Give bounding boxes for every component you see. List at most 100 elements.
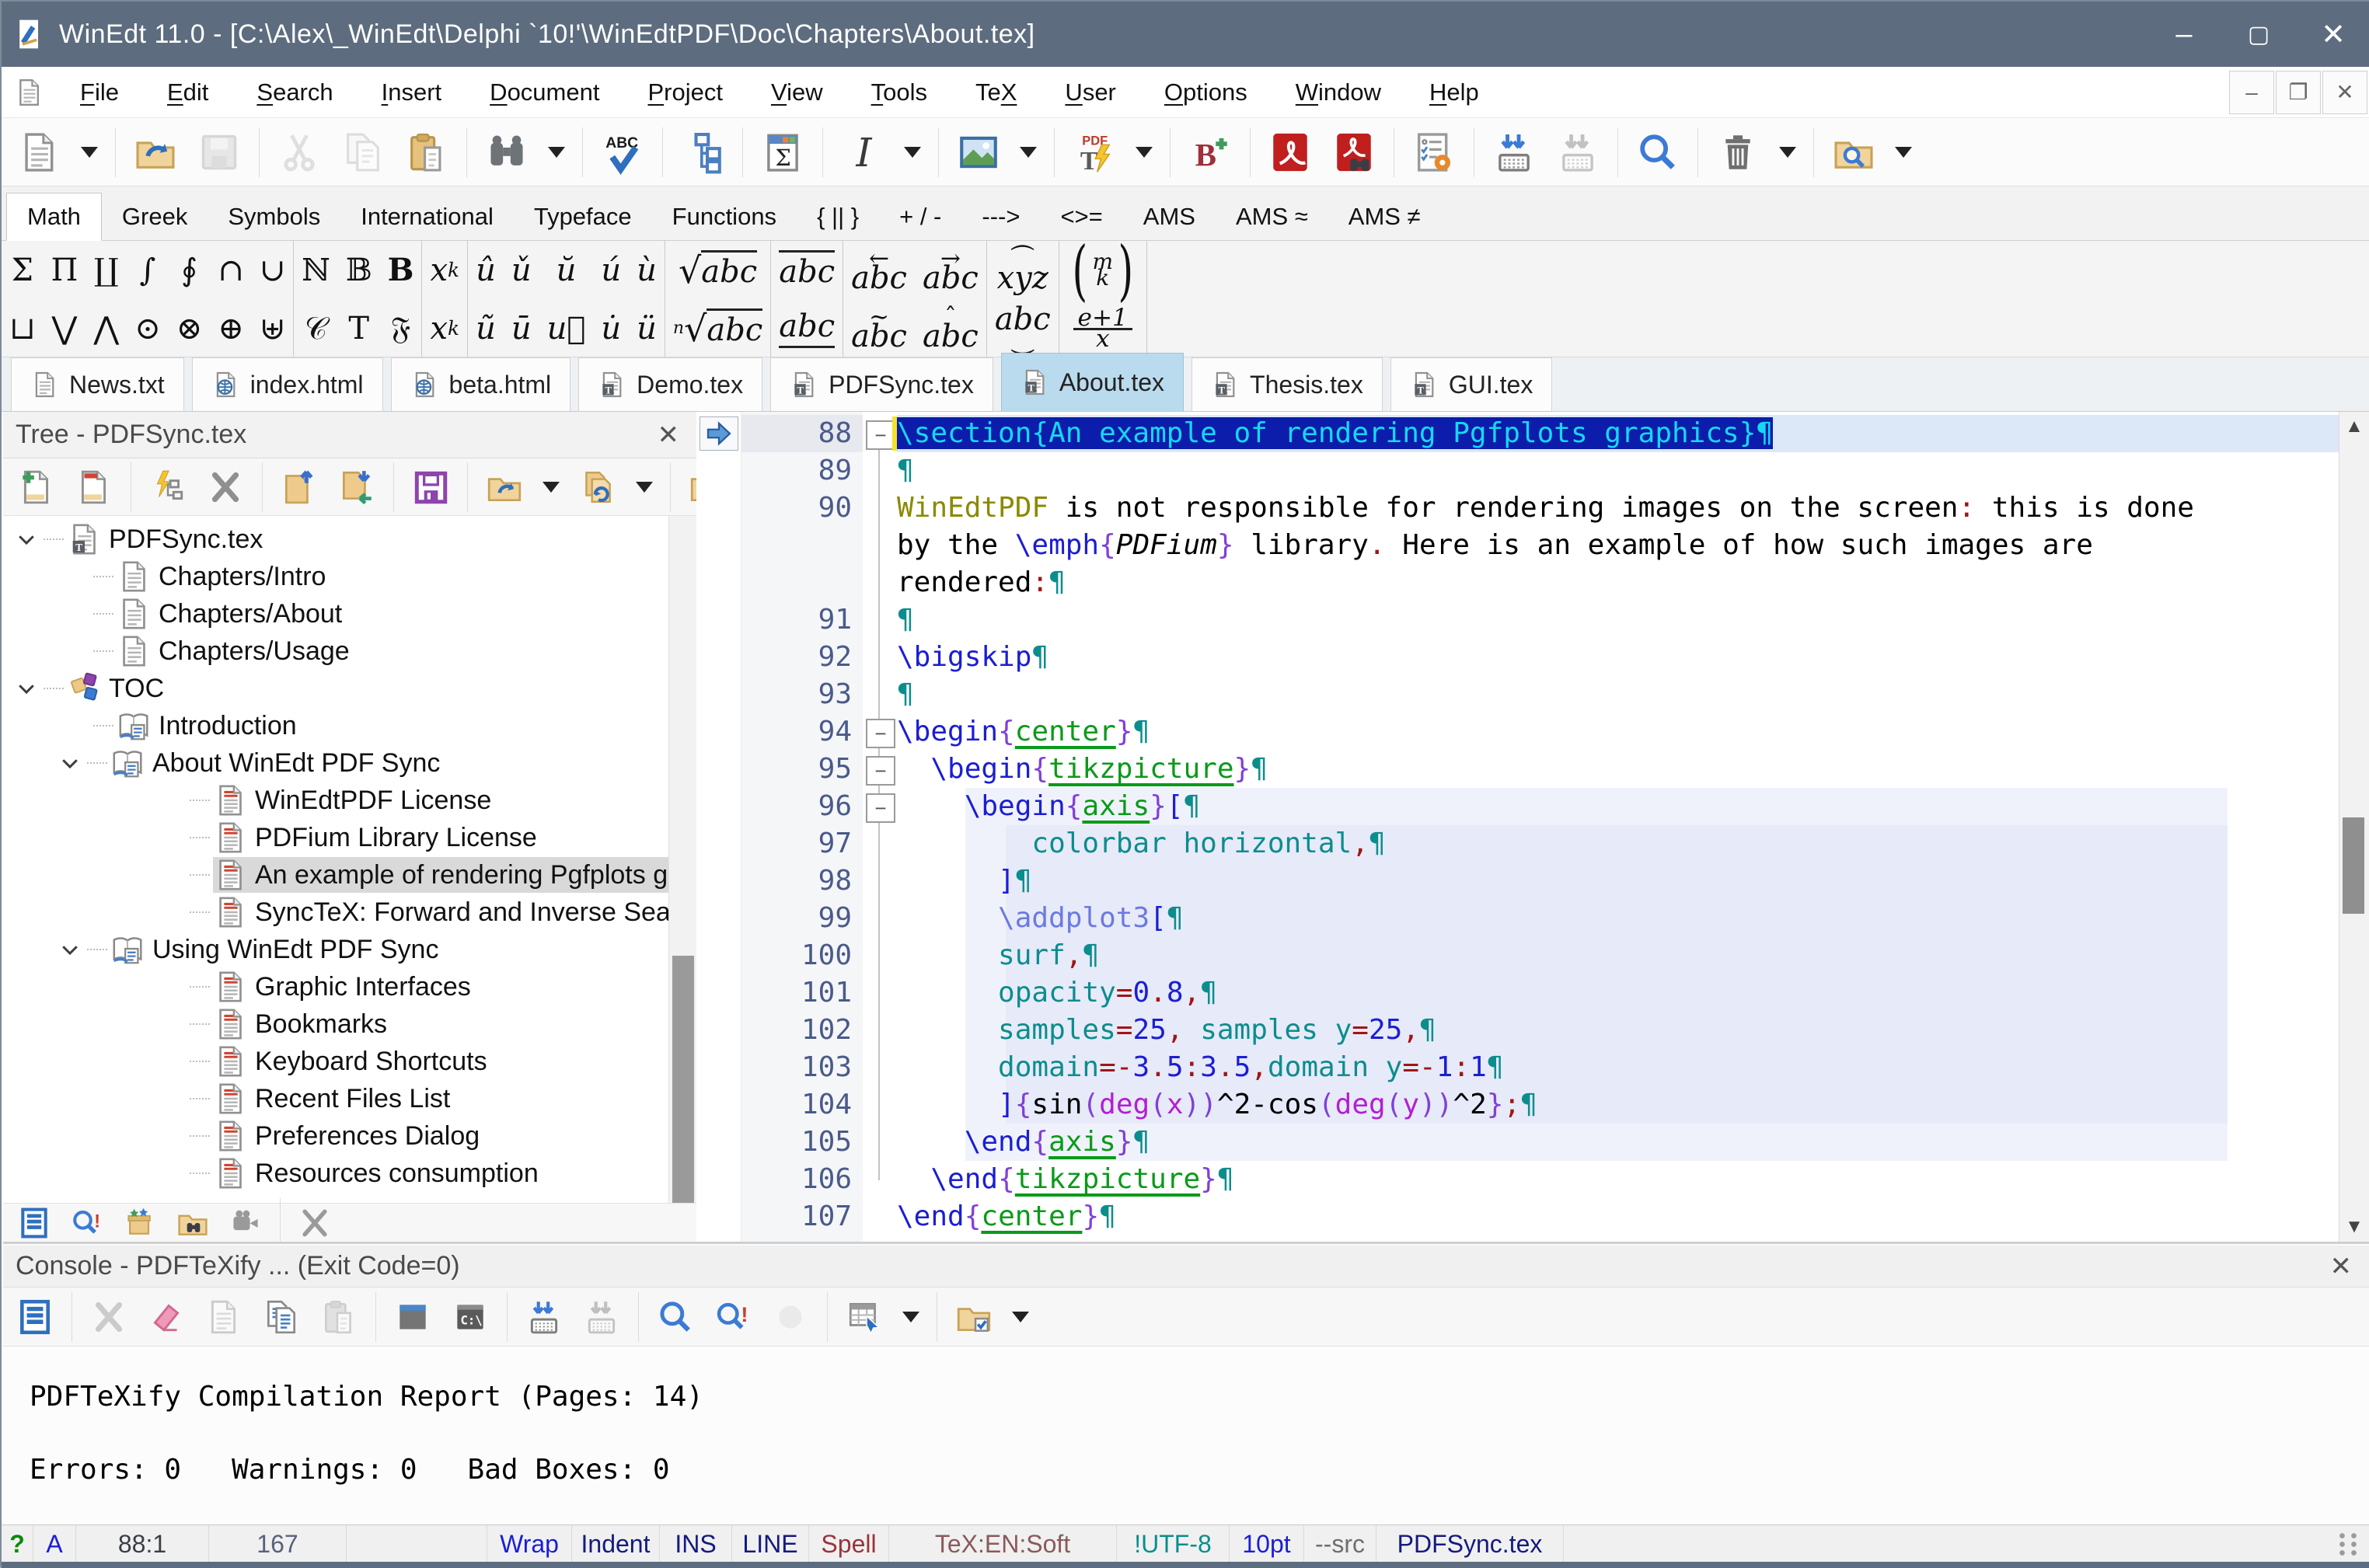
menu-view[interactable]: View	[747, 78, 847, 106]
dropdown-caret-icon[interactable]	[1895, 147, 1912, 158]
math-symbol-button[interactable]: ũ	[468, 299, 504, 357]
menu-edit[interactable]: Edit	[143, 78, 232, 106]
status-[interactable]: ?	[2, 1525, 33, 1563]
math-symbol-button[interactable]: ⋀	[85, 299, 127, 357]
menu-user[interactable]: User	[1041, 78, 1139, 106]
menu-insert[interactable]: Insert	[358, 78, 466, 106]
math-symbol-button[interactable]: ∼abc	[843, 299, 915, 357]
dropdown-caret-icon[interactable]	[1012, 1312, 1029, 1322]
math-tab-greek[interactable]: Greek	[102, 193, 208, 240]
math-symbol-button[interactable]: xk	[422, 241, 467, 299]
math-tab-[interactable]: --->	[961, 193, 1040, 240]
math-symbol-button[interactable]: u̇	[593, 299, 629, 357]
math-tab-[interactable]: { || }	[797, 193, 879, 240]
status-a[interactable]: A	[33, 1525, 76, 1563]
mdi-restore-button[interactable]: ❐	[2276, 71, 2321, 114]
tree-item[interactable]: Graphic Interfaces	[3, 968, 668, 1005]
math-symbol-button[interactable]: ℕ	[294, 241, 338, 299]
menu-options[interactable]: Options	[1140, 78, 1272, 106]
math-symbol-button[interactable]: xk	[422, 299, 467, 357]
status-ins[interactable]: INS	[660, 1525, 732, 1563]
floppy-purple-icon[interactable]	[411, 468, 450, 507]
math-symbol-button[interactable]: ⊕	[210, 299, 252, 357]
math-tab-symbols[interactable]: Symbols	[208, 193, 340, 240]
tree-icon[interactable]	[680, 130, 725, 175]
fold-toggle[interactable]: −	[866, 756, 895, 786]
math-symbol-button[interactable]: ü	[629, 299, 665, 357]
status-pdfsynctex[interactable]: PDFSync.tex	[1376, 1525, 1564, 1563]
dropdown-caret-icon[interactable]	[904, 147, 921, 158]
fold-toggle[interactable]: −	[866, 420, 895, 450]
menu-window[interactable]: Window	[1272, 78, 1405, 106]
tree-item[interactable]: Recent Files List	[3, 1080, 668, 1117]
dropdown-caret-icon[interactable]	[1020, 147, 1037, 158]
mdi-minimize-button[interactable]: –	[2229, 71, 2274, 114]
paste-icon[interactable]	[319, 1298, 358, 1336]
tree-item[interactable]: Chapters/About	[3, 595, 668, 632]
math-symbol-button[interactable]: ⊔	[2, 299, 44, 357]
doc-tab-index-html[interactable]: index.html	[192, 357, 383, 411]
status-src[interactable]: --src	[1304, 1525, 1376, 1563]
menu-help[interactable]: Help	[1405, 78, 1503, 106]
page-red-icon[interactable]	[75, 468, 113, 507]
doc-tab-about-tex[interactable]: TAbout.tex	[1001, 353, 1184, 411]
status-indent[interactable]: Indent	[572, 1525, 660, 1563]
mdi-close-button[interactable]: ✕	[2322, 71, 2367, 114]
spell-icon[interactable]: ABC	[600, 130, 645, 175]
editor-line[interactable]: \begin{tikzpicture}¶	[897, 751, 1268, 788]
math-tab-functions[interactable]: Functions	[652, 193, 797, 240]
math-tab-typeface[interactable]: Typeface	[514, 193, 652, 240]
editor-line[interactable]: \addplot3[¶	[897, 900, 1184, 937]
exec-options-icon[interactable]	[1411, 130, 1457, 175]
paste-icon[interactable]	[404, 130, 449, 175]
active-line-arrow-icon[interactable]	[700, 416, 738, 451]
doc-tab-gui-tex[interactable]: TGUI.tex	[1390, 357, 1552, 411]
minimize-button[interactable]: –	[2147, 2, 2221, 67]
tree-item[interactable]: PDFium Library License	[3, 819, 668, 856]
dropdown-caret-icon[interactable]	[636, 482, 653, 493]
tree-item[interactable]: About WinEdt PDF Sync	[3, 744, 668, 782]
circle-gray-icon[interactable]	[771, 1298, 810, 1336]
tree-item[interactable]: Chapters/Usage	[3, 632, 668, 670]
doc-tab-pdfsync-tex[interactable]: TPDFSync.tex	[770, 357, 993, 411]
math-symbol-button[interactable]: →abc	[915, 241, 986, 299]
math-symbol-button[interactable]: ǔ	[504, 241, 539, 299]
chevron-down-icon[interactable]	[9, 677, 44, 700]
editor-line[interactable]: ¶	[897, 676, 914, 713]
math-symbol-button[interactable]: ⊎	[252, 299, 294, 357]
editor-line[interactable]: WinEdtPDF is not responsible for renderi…	[897, 490, 2194, 527]
math-symbol-button[interactable]: ∮	[169, 241, 211, 299]
dropdown-caret-icon[interactable]	[543, 482, 560, 493]
bibtex-icon[interactable]: B	[1188, 130, 1233, 175]
docs-refresh-icon[interactable]	[578, 468, 617, 507]
math-symbol-button[interactable]: 𝒞	[294, 299, 338, 357]
page-pin-up-icon[interactable]	[280, 468, 319, 507]
math-symbol-button[interactable]: ˆabc	[915, 299, 986, 357]
page-pin-down-icon[interactable]	[337, 468, 376, 507]
menu-file[interactable]: File	[56, 78, 143, 106]
acrobat-find-icon[interactable]	[1331, 130, 1376, 175]
editor-scrollbar-thumb[interactable]	[2343, 817, 2364, 914]
cut-icon[interactable]	[277, 130, 322, 175]
console-close-icon[interactable]: ✕	[2313, 1251, 2369, 1282]
math-symbol-button[interactable]: ⊗	[169, 299, 211, 357]
math-symbol-button[interactable]: 𝔉	[380, 299, 422, 357]
tree-item[interactable]: Using WinEdt PDF Sync	[3, 931, 668, 968]
menu-tools[interactable]: Tools	[847, 78, 951, 106]
maximize-button[interactable]: ▢	[2221, 2, 2296, 67]
console-rect-icon[interactable]	[393, 1298, 432, 1336]
editor-pane[interactable]: 8889909192939495969798991001011021031041…	[696, 412, 2369, 1242]
math-symbol-button[interactable]: (mk)	[1059, 241, 1146, 299]
editor-scrollbar[interactable]: ▲ ▼	[2339, 412, 2369, 1242]
editor-line[interactable]: \begin{center}¶	[897, 713, 1150, 751]
folder-binocs-icon[interactable]	[176, 1206, 210, 1240]
status-line[interactable]: LINE	[732, 1525, 809, 1563]
copy-icon[interactable]	[340, 130, 386, 175]
menu-project[interactable]: Project	[623, 78, 747, 106]
sum-icon[interactable]: Σ	[760, 130, 805, 175]
menu-document[interactable]: Document	[466, 78, 623, 106]
folder-search-icon[interactable]	[1831, 130, 1876, 175]
camera-icon[interactable]	[229, 1206, 263, 1240]
math-symbol-button[interactable]: n√abc	[665, 299, 770, 357]
tree-item[interactable]: TOC	[3, 670, 668, 707]
